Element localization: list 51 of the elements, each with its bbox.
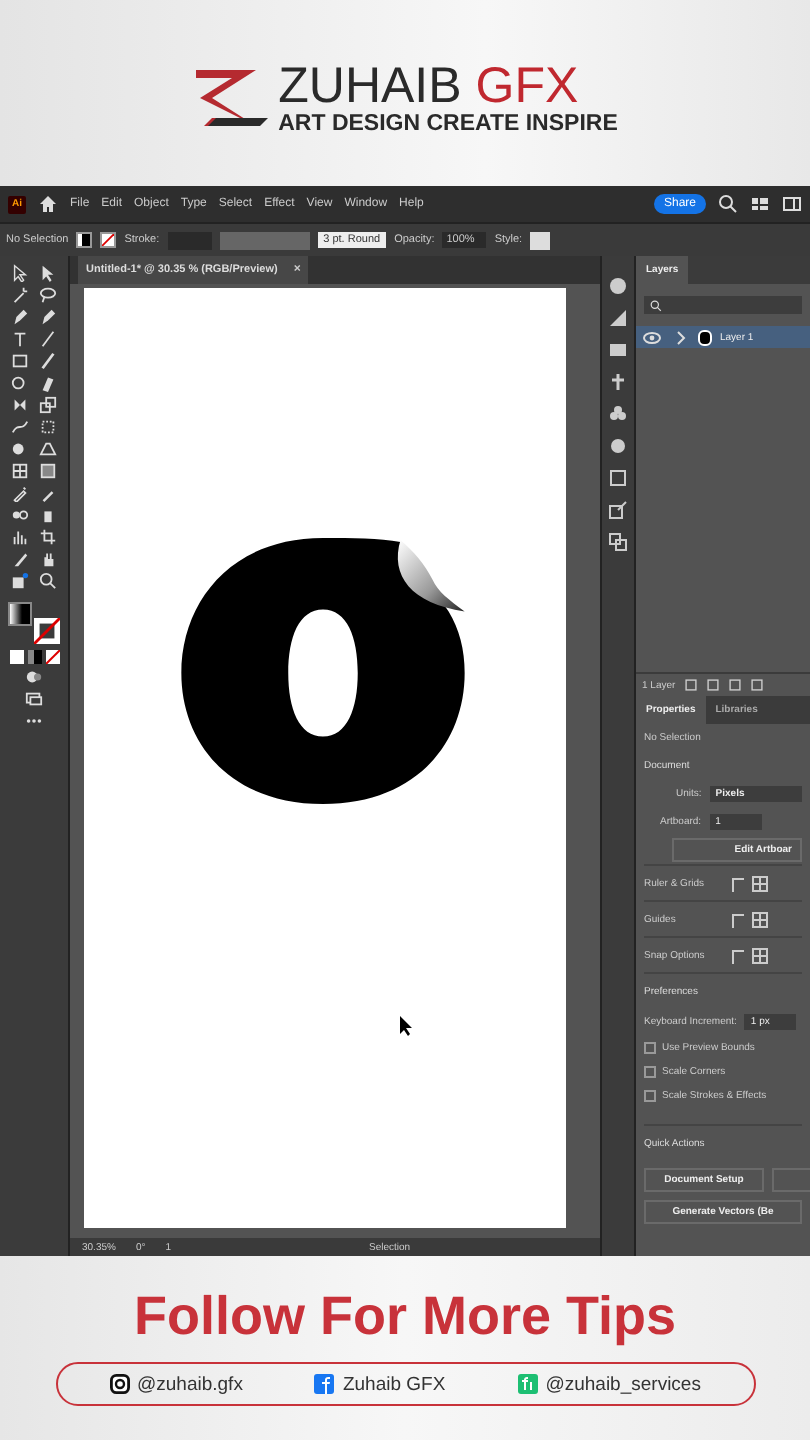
cursor-icon <box>400 1016 414 1036</box>
none-color-icon[interactable] <box>45 650 59 664</box>
layer-thumbnail <box>698 329 712 345</box>
warp-icon[interactable] <box>10 418 30 436</box>
crop-icon[interactable] <box>38 528 58 546</box>
eye-icon[interactable] <box>642 327 662 347</box>
fill-swatch[interactable] <box>76 232 93 248</box>
grid-icon[interactable] <box>752 911 768 927</box>
free-transform-icon[interactable] <box>38 418 58 436</box>
rectangle-icon[interactable] <box>10 352 30 370</box>
hand-icon[interactable] <box>38 550 58 568</box>
toggle-icon[interactable] <box>730 875 746 891</box>
toggle-icon[interactable] <box>730 947 746 963</box>
layers-icon[interactable] <box>608 532 628 552</box>
lasso-icon[interactable] <box>38 286 58 304</box>
club-icon[interactable] <box>608 404 628 424</box>
social-handle[interactable]: Zuhaib GFX <box>342 1373 446 1395</box>
grid-icon[interactable] <box>752 875 768 891</box>
draw-mode-icon[interactable] <box>24 668 44 686</box>
social-handle[interactable]: @zuhaib_services <box>545 1373 701 1395</box>
tagline: ART DESIGN CREATE INSPIRE <box>278 111 618 135</box>
call-to-action: Follow For More Tips <box>133 1286 676 1348</box>
wand-icon[interactable] <box>10 286 30 304</box>
blend-icon[interactable] <box>10 506 30 524</box>
checkbox[interactable] <box>644 1042 656 1054</box>
bar-chart-icon[interactable] <box>10 528 30 546</box>
stroke-color-swatch[interactable] <box>34 618 60 644</box>
home-icon[interactable] <box>38 194 58 214</box>
checkbox[interactable] <box>644 1066 656 1078</box>
shaper-icon[interactable] <box>10 374 30 392</box>
fill-color-swatch[interactable] <box>8 602 32 626</box>
mesh-icon[interactable] <box>10 462 30 480</box>
screen-mode-icon[interactable] <box>24 690 44 708</box>
grid-layout-icon[interactable] <box>750 194 770 214</box>
search-field[interactable] <box>644 296 802 314</box>
rotate-icon[interactable] <box>10 396 30 414</box>
style-swatch[interactable] <box>530 231 551 249</box>
brand-name: ZUHAIB GFX <box>278 59 579 111</box>
social-handle[interactable]: @zuhaib.gfx <box>137 1373 243 1395</box>
stroke-swatch[interactable] <box>100 232 117 248</box>
checkbox[interactable] <box>644 1090 656 1102</box>
scale-icon[interactable] <box>38 396 58 414</box>
solid-color-icon[interactable] <box>9 650 23 664</box>
facebook-icon[interactable] <box>314 1374 335 1394</box>
instagram-icon[interactable] <box>109 1374 129 1394</box>
grid-icon[interactable] <box>752 947 768 963</box>
perspective-icon[interactable] <box>38 440 58 458</box>
zoom-icon[interactable] <box>38 572 58 590</box>
panel-icon[interactable] <box>782 194 802 214</box>
variable-width-field[interactable] <box>219 231 310 249</box>
toggle-icon[interactable] <box>730 911 746 927</box>
